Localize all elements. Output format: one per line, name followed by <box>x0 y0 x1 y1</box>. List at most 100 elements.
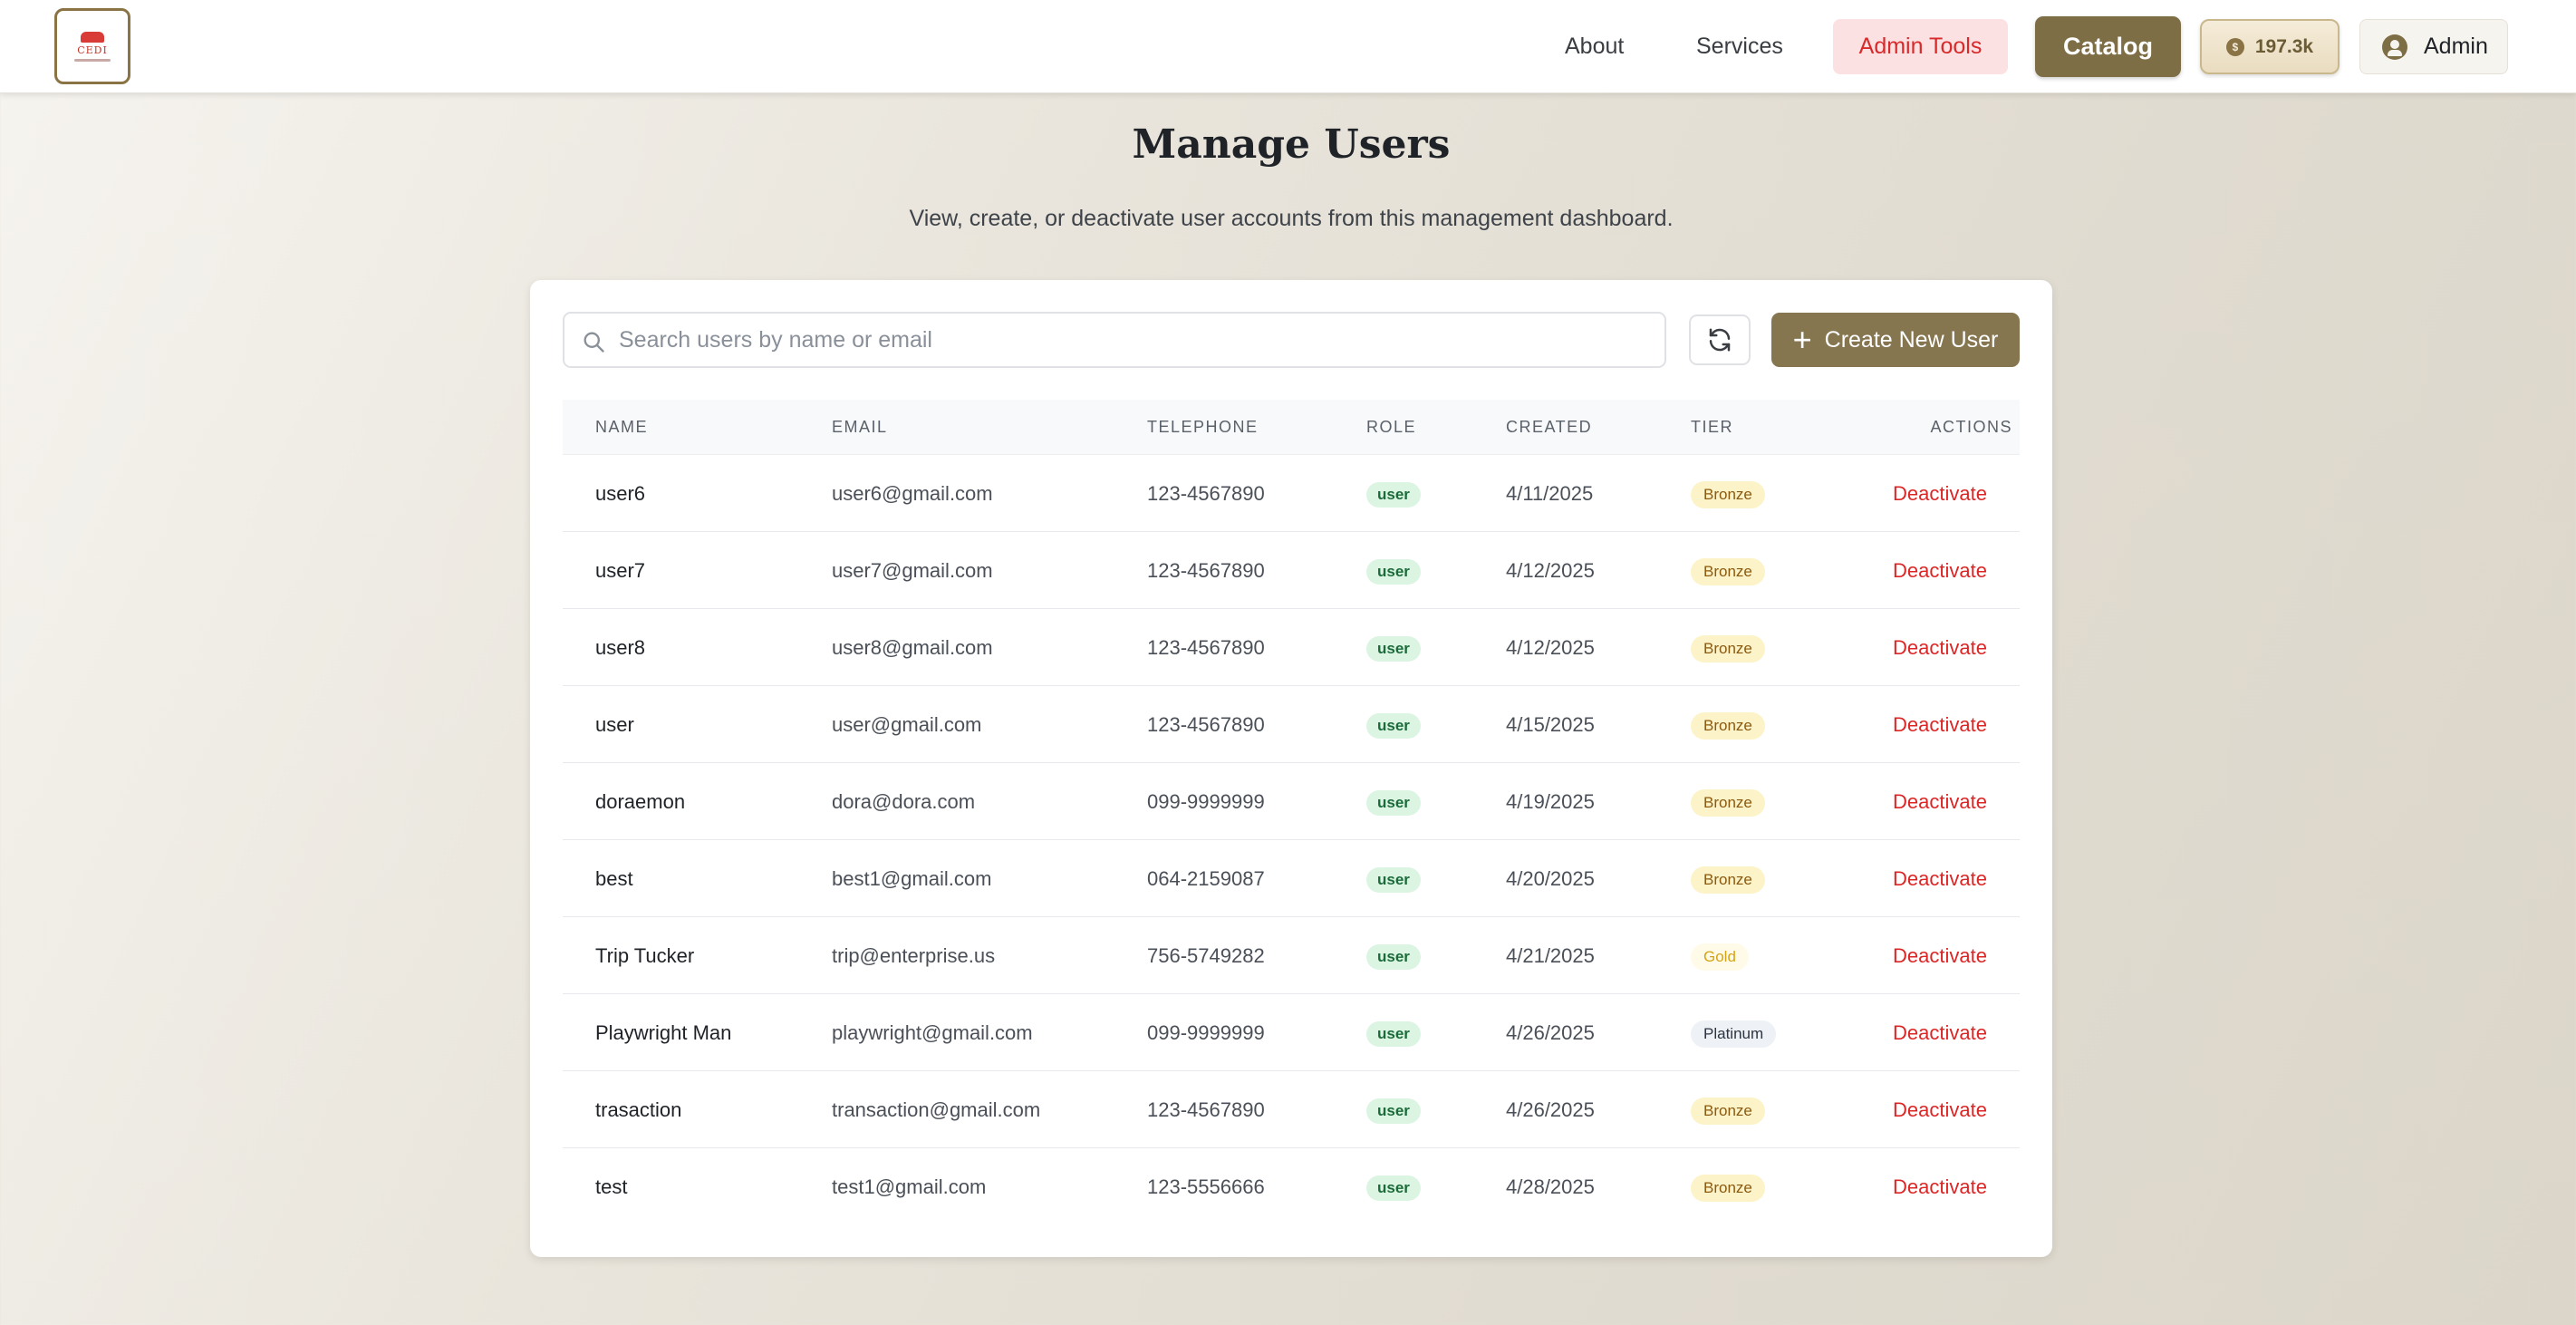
tier-badge: Bronze <box>1691 712 1765 740</box>
tier-badge: Gold <box>1691 943 1749 972</box>
column-header-email[interactable]: EMAIL <box>832 400 888 455</box>
tier-cell: Gold <box>1691 917 1749 994</box>
role-badge: user <box>1366 944 1421 971</box>
tier-cell: Bronze <box>1691 532 1765 609</box>
created-date-cell: 4/19/2025 <box>1506 790 1595 813</box>
users-card: + Create New User NAME EMAIL TELEPHONE R… <box>530 280 2052 1257</box>
tier-cell: Bronze <box>1691 686 1765 763</box>
user-email-cell: dora@dora.com <box>832 790 976 813</box>
table-body: user6 user6@gmail.com 123-4567890 user 4/11/… <box>563 455 2020 1225</box>
created-date-cell: 4/26/2025 <box>1506 1021 1595 1044</box>
create-user-button[interactable]: + Create New User <box>1771 313 2020 367</box>
role-cell: user <box>1366 455 1421 532</box>
page-subtitle: View, create, or deactivate user account… <box>909 206 1674 231</box>
user-menu-button[interactable]: Admin <box>2359 19 2508 74</box>
admin-tools-button[interactable]: Admin Tools <box>1833 19 2008 74</box>
table-row: test test1@gmail.com 123-5556666 user 4/28/2… <box>563 1148 2020 1225</box>
table-row: best best1@gmail.com 064-2159087 user 4/20/2… <box>563 840 2020 917</box>
tier-badge: Bronze <box>1691 866 1765 895</box>
tier-cell: Bronze <box>1691 455 1765 532</box>
deactivate-link[interactable]: Deactivate <box>1893 455 1987 532</box>
coin-icon: $ <box>2225 37 2244 56</box>
table-row: trasaction transaction@gmail.com 123-45678… <box>563 1071 2020 1148</box>
column-header-created[interactable]: CREATED <box>1506 400 1592 455</box>
catalog-button[interactable]: Catalog <box>2035 16 2181 77</box>
table-row: Trip Tucker trip@enterprise.us 756-5749282… <box>563 917 2020 994</box>
table-row: Playwright Man playwright@gmail.com 099-99… <box>563 994 2020 1071</box>
created-date-cell: 4/12/2025 <box>1506 636 1595 659</box>
user-email-cell: user6@gmail.com <box>832 482 993 505</box>
role-cell: user <box>1366 1148 1421 1225</box>
column-header-role[interactable]: ROLE <box>1366 400 1416 455</box>
column-header-tier[interactable]: TIER <box>1691 400 1733 455</box>
deactivate-link[interactable]: Deactivate <box>1893 1071 1987 1148</box>
role-cell: user <box>1366 840 1421 917</box>
role-cell: user <box>1366 763 1421 840</box>
refresh-button[interactable] <box>1689 314 1751 365</box>
role-badge: user <box>1366 1021 1421 1048</box>
table-row: user user@gmail.com 123-4567890 user 4/15/20… <box>563 686 2020 763</box>
deactivate-link[interactable]: Deactivate <box>1893 917 1987 994</box>
user-name-cell: test <box>595 1175 628 1198</box>
tier-badge: Bronze <box>1691 558 1765 586</box>
table-row: doraemon dora@dora.com 099-9999999 user 4/19… <box>563 763 2020 840</box>
nav-link-about[interactable]: About <box>1565 31 1624 62</box>
role-badge: user <box>1366 790 1421 817</box>
user-email-cell: trip@enterprise.us <box>832 944 996 967</box>
user-telephone-cell: 123-4567890 <box>1147 559 1265 582</box>
created-date-cell: 4/21/2025 <box>1506 944 1595 967</box>
deactivate-link[interactable]: Deactivate <box>1893 994 1987 1071</box>
role-cell: user <box>1366 532 1421 609</box>
tier-badge: Platinum <box>1691 1020 1777 1049</box>
logo-car-icon <box>81 31 104 43</box>
role-cell: user <box>1366 1071 1421 1148</box>
created-date-cell: 4/28/2025 <box>1506 1175 1595 1198</box>
tier-badge: Bronze <box>1691 789 1765 817</box>
created-date-cell: 4/12/2025 <box>1506 559 1595 582</box>
balance-value: 197.3k <box>2254 35 2314 57</box>
user-email-cell: user7@gmail.com <box>832 559 993 582</box>
deactivate-link[interactable]: Deactivate <box>1893 1148 1987 1225</box>
nav-link-services[interactable]: Services <box>1696 31 1783 62</box>
user-name-cell: user <box>595 713 634 736</box>
role-badge: user <box>1366 636 1421 662</box>
deactivate-link[interactable]: Deactivate <box>1893 840 1987 917</box>
role-cell: user <box>1366 994 1421 1071</box>
deactivate-link[interactable]: Deactivate <box>1893 763 1987 840</box>
logo-text: CEDI <box>77 44 108 56</box>
user-email-cell: best1@gmail.com <box>832 867 992 890</box>
created-date-cell: 4/26/2025 <box>1506 1098 1595 1121</box>
refresh-icon <box>1709 328 1731 352</box>
deactivate-link[interactable]: Deactivate <box>1893 609 1987 686</box>
deactivate-link[interactable]: Deactivate <box>1893 686 1987 763</box>
tier-badge: Bronze <box>1691 1098 1765 1126</box>
balance-button[interactable]: $ 197.3k <box>2200 19 2340 74</box>
created-date-cell: 4/20/2025 <box>1506 867 1595 890</box>
logo-underline <box>74 58 111 62</box>
users-table: NAME EMAIL TELEPHONE ROLE CREATED TIER A… <box>563 400 2020 1225</box>
deactivate-link[interactable]: Deactivate <box>1893 532 1987 609</box>
role-badge: user <box>1366 867 1421 894</box>
tier-cell: Bronze <box>1691 840 1765 917</box>
user-email-cell: test1@gmail.com <box>832 1175 987 1198</box>
create-user-label: Create New User <box>1824 326 1999 353</box>
column-header-name[interactable]: NAME <box>595 400 648 455</box>
user-telephone-cell: 123-4567890 <box>1147 482 1265 505</box>
role-cell: user <box>1366 686 1421 763</box>
tier-cell: Platinum <box>1691 994 1777 1071</box>
user-name-cell: user8 <box>595 636 646 659</box>
column-header-telephone[interactable]: TELEPHONE <box>1147 400 1259 455</box>
tier-badge: Bronze <box>1691 481 1765 509</box>
search-input[interactable] <box>619 314 1652 366</box>
tier-badge: Bronze <box>1691 635 1765 663</box>
user-name-cell: user7 <box>595 559 646 582</box>
tier-cell: Bronze <box>1691 1148 1765 1225</box>
user-telephone-cell: 123-4567890 <box>1147 1098 1265 1121</box>
tier-cell: Bronze <box>1691 763 1765 840</box>
brand-logo[interactable]: CEDI <box>54 8 130 84</box>
user-email-cell: transaction@gmail.com <box>832 1098 1041 1121</box>
search-icon <box>584 332 604 353</box>
user-telephone-cell: 099-9999999 <box>1147 1021 1265 1044</box>
top-navbar: CEDI About Services Admin Tools Catalog … <box>0 0 2576 93</box>
tier-cell: Bronze <box>1691 1071 1765 1148</box>
